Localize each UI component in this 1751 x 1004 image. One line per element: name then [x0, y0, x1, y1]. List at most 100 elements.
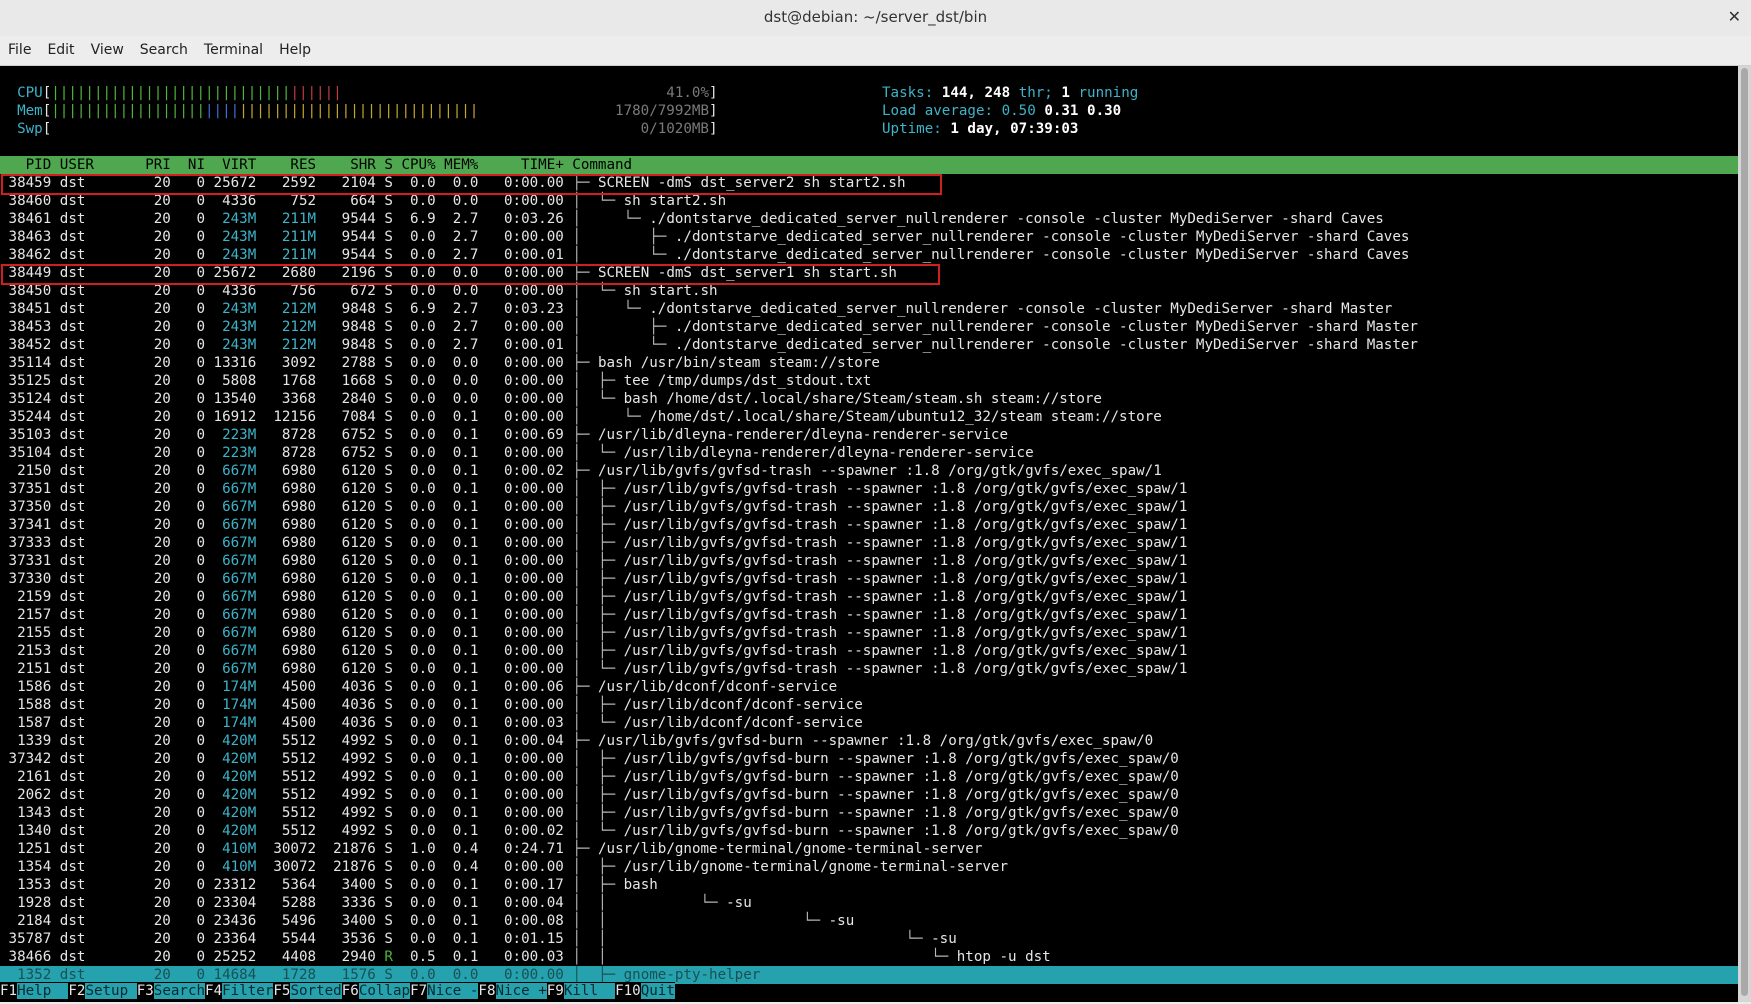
function-key-f4[interactable]: F4 — [205, 983, 223, 999]
function-label-f9[interactable]: Kill — [563, 983, 616, 999]
function-label-f3[interactable]: Search — [153, 983, 206, 999]
process-row[interactable]: 1343 dst 20 0 420M 5512 4992 S 0.0 0.1 0… — [0, 804, 1179, 822]
process-row[interactable]: 37351 dst 20 0 667M 6980 6120 S 0.0 0.1 … — [0, 480, 1188, 498]
process-row[interactable]: 1251 dst 20 0 410M 30072 21876 S 1.0 0.4… — [0, 840, 982, 858]
mem-percent-cell: 0.1 — [435, 715, 479, 731]
mem-percent-cell: 0.1 — [435, 589, 479, 605]
process-row[interactable]: 2161 dst 20 0 420M 5512 4992 S 0.0 0.1 0… — [0, 768, 1179, 786]
function-key-f2[interactable]: F2 — [68, 983, 86, 999]
process-row[interactable]: 38461 dst 20 0 243M 211M 9544 S 6.9 2.7 … — [0, 210, 1384, 228]
process-row[interactable]: 38453 dst 20 0 243M 212M 9848 S 0.0 2.7 … — [0, 318, 1418, 336]
process-row[interactable]: 2157 dst 20 0 667M 6980 6120 S 0.0 0.1 0… — [0, 606, 1187, 624]
process-row[interactable]: 1339 dst 20 0 420M 5512 4992 S 0.0 0.1 0… — [0, 732, 1153, 750]
process-row[interactable]: 2155 dst 20 0 667M 6980 6120 S 0.0 0.1 0… — [0, 624, 1187, 642]
process-row[interactable]: 37342 dst 20 0 420M 5512 4992 S 0.0 0.1 … — [0, 750, 1179, 768]
command-cell: /usr/lib/gnome-terminal/gnome-terminal-s… — [623, 859, 1008, 875]
process-row[interactable]: 1340 dst 20 0 420M 5512 4992 S 0.0 0.1 0… — [0, 822, 1179, 840]
cpu-percent-cell: 0.0 — [392, 319, 436, 335]
process-row[interactable]: 37333 dst 20 0 667M 6980 6120 S 0.0 0.1 … — [0, 534, 1188, 552]
column-header[interactable]: PID USER PRI NI VIRT RES SHR S CPU% MEM%… — [0, 156, 1738, 174]
close-icon[interactable]: ✕ — [1728, 0, 1741, 34]
process-row[interactable]: 2062 dst 20 0 420M 5512 4992 S 0.0 0.1 0… — [0, 786, 1179, 804]
process-row[interactable]: 35114 dst 20 0 13316 3092 2788 S 0.0 0.0… — [0, 354, 880, 372]
process-row[interactable]: 37330 dst 20 0 667M 6980 6120 S 0.0 0.1 … — [0, 570, 1188, 588]
pid-cell: 37331 — [0, 553, 60, 569]
process-row[interactable]: 35103 dst 20 0 223M 8728 6752 S 0.0 0.1 … — [0, 426, 1008, 444]
priority-cell: 20 — [136, 373, 171, 389]
process-row[interactable]: 1353 dst 20 0 23312 5364 3400 S 0.0 0.1 … — [0, 876, 658, 894]
function-key-f3[interactable]: F3 — [136, 983, 154, 999]
function-label-f2[interactable]: Setup — [85, 983, 137, 999]
cpu-percent-cell: 0.0 — [392, 589, 436, 605]
pid-cell: 35104 — [0, 445, 60, 461]
process-row[interactable]: 35104 dst 20 0 223M 8728 6752 S 0.0 0.1 … — [0, 444, 1034, 462]
mem-label: Mem — [17, 103, 43, 119]
function-key-f7[interactable]: F7 — [410, 983, 428, 999]
menu-search[interactable]: Search — [132, 36, 196, 65]
menu-terminal[interactable]: Terminal — [196, 36, 271, 65]
user-cell: dst — [59, 967, 137, 983]
process-row[interactable]: 1586 dst 20 0 174M 4500 4036 S 0.0 0.1 0… — [0, 678, 837, 696]
function-key-f10[interactable]: F10 — [615, 983, 641, 999]
menu-edit[interactable]: Edit — [39, 36, 82, 65]
function-label-f10[interactable]: Quit — [640, 983, 675, 999]
function-key-f6[interactable]: F6 — [341, 983, 359, 999]
priority-cell: 20 — [136, 895, 171, 911]
nice-cell: 0 — [170, 211, 206, 227]
function-label-f7[interactable]: Nice - — [427, 983, 479, 999]
process-row[interactable]: 37331 dst 20 0 667M 6980 6120 S 0.0 0.1 … — [0, 552, 1188, 570]
function-label-f4[interactable]: Filter — [222, 983, 274, 999]
process-row[interactable]: 2159 dst 20 0 667M 6980 6120 S 0.0 0.1 0… — [0, 588, 1187, 606]
function-label-f5[interactable]: Sorted — [290, 983, 342, 999]
nice-cell: 0 — [170, 553, 206, 569]
process-row[interactable]: 38452 dst 20 0 243M 212M 9848 S 0.0 2.7 … — [0, 336, 1418, 354]
process-row[interactable]: 37350 dst 20 0 667M 6980 6120 S 0.0 0.1 … — [0, 498, 1188, 516]
process-row[interactable]: 35787 dst 20 0 23364 5544 3536 S 0.0 0.1… — [0, 930, 957, 948]
tree-branch: │ │ └─ — [572, 931, 932, 947]
nice-cell: 0 — [170, 625, 206, 641]
nice-cell: 0 — [170, 427, 206, 443]
process-row[interactable]: 37341 dst 20 0 667M 6980 6120 S 0.0 0.1 … — [0, 516, 1188, 534]
function-key-f5[interactable]: F5 — [273, 983, 291, 999]
menu-file[interactable]: File — [0, 36, 39, 65]
scrollbar-thumb[interactable] — [1741, 68, 1748, 996]
process-row[interactable]: 2184 dst 20 0 23436 5496 3400 S 0.0 0.1 … — [0, 912, 854, 930]
state-cell: S — [375, 715, 393, 731]
process-row[interactable]: 35125 dst 20 0 5808 1768 1668 S 0.0 0.0 … — [0, 372, 872, 390]
process-row[interactable]: 38463 dst 20 0 243M 211M 9544 S 0.0 2.7 … — [0, 228, 1410, 246]
menu-view[interactable]: View — [83, 36, 132, 65]
function-label-f8[interactable]: Nice + — [495, 983, 547, 999]
cpu-percent-cell: 0.0 — [392, 967, 436, 983]
function-key-f1[interactable]: F1 — [0, 983, 18, 999]
process-row[interactable]: 38466 dst 20 0 25252 4408 2940 R 0.5 0.1… — [0, 948, 1051, 966]
window-titlebar[interactable]: dst@debian: ~/server_dst/bin ✕ — [0, 0, 1751, 36]
user-cell: dst — [59, 373, 137, 389]
process-row[interactable]: 35124 dst 20 0 13540 3368 2840 S 0.0 0.0… — [0, 390, 1102, 408]
process-row[interactable]: 38462 dst 20 0 243M 211M 9544 S 0.0 2.7 … — [0, 246, 1410, 264]
tree-branch: ├─ — [572, 679, 598, 695]
scrollbar[interactable] — [1738, 66, 1751, 1002]
shr-cell: 6120 — [316, 571, 376, 587]
cpu-percent-cell: 0.0 — [392, 643, 436, 659]
process-row[interactable]: 1354 dst 20 0 410M 30072 21876 S 0.0 0.4… — [0, 858, 1008, 876]
process-row[interactable]: 2150 dst 20 0 667M 6980 6120 S 0.0 0.1 0… — [0, 462, 1162, 480]
shr-cell: 7084 — [316, 409, 376, 425]
process-row[interactable]: 2151 dst 20 0 667M 6980 6120 S 0.0 0.1 0… — [0, 660, 1187, 678]
process-row[interactable]: 38451 dst 20 0 243M 212M 9848 S 6.9 2.7 … — [0, 300, 1393, 318]
res-cell: 6980 — [256, 571, 317, 587]
process-row[interactable]: 2153 dst 20 0 667M 6980 6120 S 0.0 0.1 0… — [0, 642, 1187, 660]
function-key-f8[interactable]: F8 — [478, 983, 496, 999]
process-row[interactable]: 1587 dst 20 0 174M 4500 4036 S 0.0 0.1 0… — [0, 714, 863, 732]
menu-help[interactable]: Help — [271, 36, 319, 65]
function-label-f1[interactable]: Help — [17, 983, 69, 999]
process-row[interactable]: 35244 dst 20 0 16912 12156 7084 S 0.0 0.… — [0, 408, 1162, 426]
process-row[interactable]: 1928 dst 20 0 23304 5288 3336 S 0.0 0.1 … — [0, 894, 752, 912]
process-row[interactable]: 1588 dst 20 0 174M 4500 4036 S 0.0 0.1 0… — [0, 696, 863, 714]
res-cell: 1768 — [256, 373, 317, 389]
nice-cell: 0 — [170, 463, 206, 479]
time-cell: 0:00.00 — [478, 571, 573, 587]
function-key-f9[interactable]: F9 — [546, 983, 564, 999]
function-label-f6[interactable]: Collap — [358, 983, 411, 999]
nice-cell: 0 — [170, 931, 206, 947]
terminal-area[interactable]: CPU[|||||||||||||||||||||||||||||||||| 4… — [0, 66, 1738, 1002]
